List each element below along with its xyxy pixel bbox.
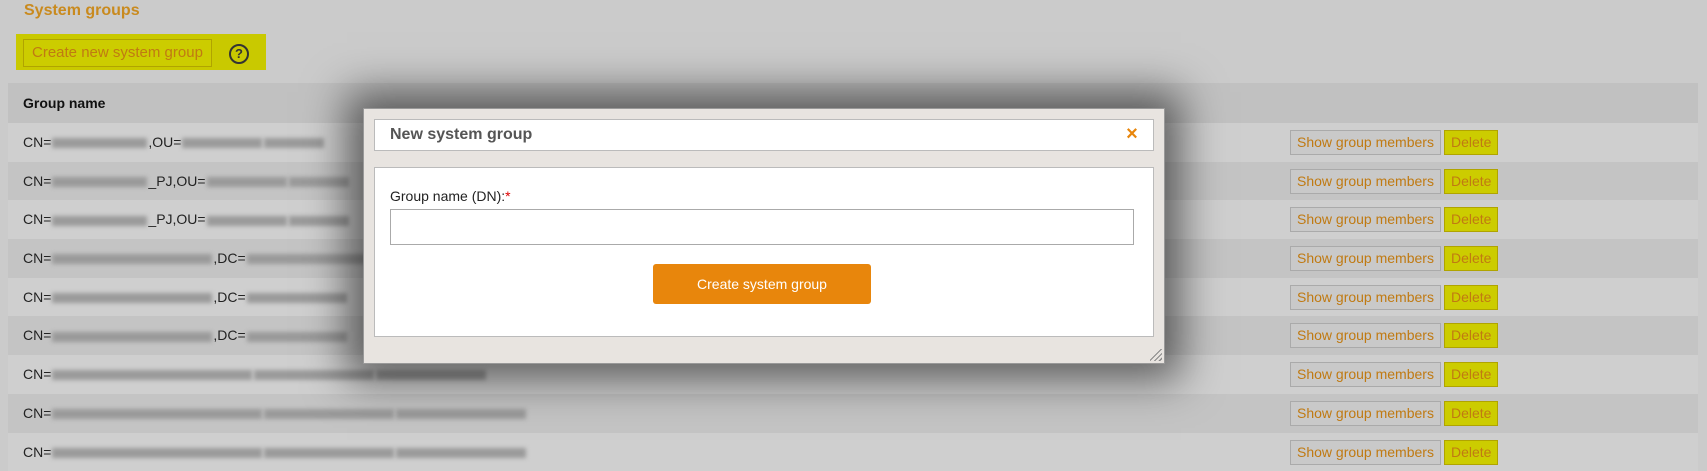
create-system-group-submit-button[interactable]: Create system group xyxy=(653,264,871,304)
redacted-text xyxy=(52,409,262,419)
redacted-text xyxy=(52,293,212,303)
dn-suffix: ,DC= xyxy=(213,289,245,305)
delete-button[interactable]: Delete xyxy=(1444,246,1498,271)
redacted-text xyxy=(52,254,212,264)
help-icon[interactable]: ? xyxy=(229,44,249,64)
table-row: CN= Show group membersDelete xyxy=(8,433,1698,471)
show-group-members-button[interactable]: Show group members xyxy=(1290,401,1441,426)
delete-button[interactable]: Delete xyxy=(1444,323,1498,348)
redacted-text xyxy=(52,177,147,187)
redacted-text xyxy=(52,448,262,458)
show-group-members-button[interactable]: Show group members xyxy=(1290,285,1441,310)
resize-grip-icon[interactable] xyxy=(1150,349,1162,361)
new-system-group-dialog: New system group × Group name (DN):* Cre… xyxy=(363,108,1165,364)
redacted-text xyxy=(376,370,486,380)
dn-prefix: CN= xyxy=(23,250,51,266)
redacted-text xyxy=(264,409,394,419)
dn-suffix: ,OU= xyxy=(148,134,181,150)
redacted-text xyxy=(289,216,349,226)
show-group-members-button[interactable]: Show group members xyxy=(1290,440,1441,465)
redacted-text xyxy=(52,370,252,380)
delete-button[interactable]: Delete xyxy=(1444,130,1498,155)
close-icon[interactable]: × xyxy=(1123,125,1141,143)
dn-prefix: CN= xyxy=(23,289,51,305)
delete-button[interactable]: Delete xyxy=(1444,207,1498,232)
dialog-body: Group name (DN):* Create system group xyxy=(374,167,1154,337)
group-dn-cell: CN= _PJ,OU= xyxy=(23,200,350,238)
group-name-label-text: Group name (DN): xyxy=(390,188,505,204)
redacted-text xyxy=(207,216,287,226)
group-dn-cell: CN= _PJ,OU= xyxy=(23,162,350,200)
redacted-text xyxy=(254,370,374,380)
group-name-label: Group name (DN):* xyxy=(390,188,511,204)
redacted-text xyxy=(52,216,147,226)
create-system-group-button[interactable]: Create new system group xyxy=(23,39,212,67)
group-dn-cell: CN= ,OU= xyxy=(23,123,325,161)
redacted-text xyxy=(247,332,347,342)
redacted-text xyxy=(52,332,212,342)
show-group-members-button[interactable]: Show group members xyxy=(1290,169,1441,194)
dn-prefix: CN= xyxy=(23,134,51,150)
dn-prefix: CN= xyxy=(23,366,51,382)
dn-prefix: CN= xyxy=(23,444,51,460)
redacted-text xyxy=(396,409,526,419)
dn-prefix: CN= xyxy=(23,173,51,189)
show-group-members-button[interactable]: Show group members xyxy=(1290,362,1441,387)
redacted-text xyxy=(247,293,347,303)
system-groups-page: System groups Create new system group ? … xyxy=(0,0,1707,466)
group-dn-cell: CN= ,DC= xyxy=(23,278,348,316)
redacted-text xyxy=(264,448,394,458)
dn-prefix: CN= xyxy=(23,211,51,227)
table-row: CN= Show group membersDelete xyxy=(8,394,1698,433)
dn-suffix: ,DC= xyxy=(213,327,245,343)
redacted-text xyxy=(52,138,147,148)
delete-button[interactable]: Delete xyxy=(1444,285,1498,310)
redacted-text xyxy=(289,177,349,187)
group-dn-cell: CN= xyxy=(23,433,527,471)
show-group-members-button[interactable]: Show group members xyxy=(1290,207,1441,232)
delete-button[interactable]: Delete xyxy=(1444,362,1498,387)
redacted-text xyxy=(264,138,324,148)
show-group-members-button[interactable]: Show group members xyxy=(1290,130,1441,155)
group-name-input[interactable] xyxy=(390,209,1134,245)
group-dn-cell: CN= xyxy=(23,394,527,432)
redacted-text xyxy=(207,177,287,187)
redacted-text xyxy=(247,254,367,264)
redacted-text xyxy=(396,448,526,458)
dn-prefix: CN= xyxy=(23,327,51,343)
dn-suffix: _PJ,OU= xyxy=(148,211,205,227)
group-dn-cell: CN= ,DC= xyxy=(23,316,348,354)
dn-prefix: CN= xyxy=(23,405,51,421)
required-marker: * xyxy=(505,188,510,204)
redacted-text xyxy=(182,138,262,148)
dn-suffix: ,DC= xyxy=(213,250,245,266)
show-group-members-button[interactable]: Show group members xyxy=(1290,323,1441,348)
page-title: System groups xyxy=(24,2,140,20)
dn-suffix: _PJ,OU= xyxy=(148,173,205,189)
delete-button[interactable]: Delete xyxy=(1444,401,1498,426)
dialog-title: New system group xyxy=(390,120,532,150)
delete-button[interactable]: Delete xyxy=(1444,440,1498,465)
show-group-members-button[interactable]: Show group members xyxy=(1290,246,1441,271)
dialog-titlebar[interactable]: New system group × xyxy=(374,119,1154,151)
delete-button[interactable]: Delete xyxy=(1444,169,1498,194)
group-dn-cell: CN= ,DC= xyxy=(23,239,368,277)
